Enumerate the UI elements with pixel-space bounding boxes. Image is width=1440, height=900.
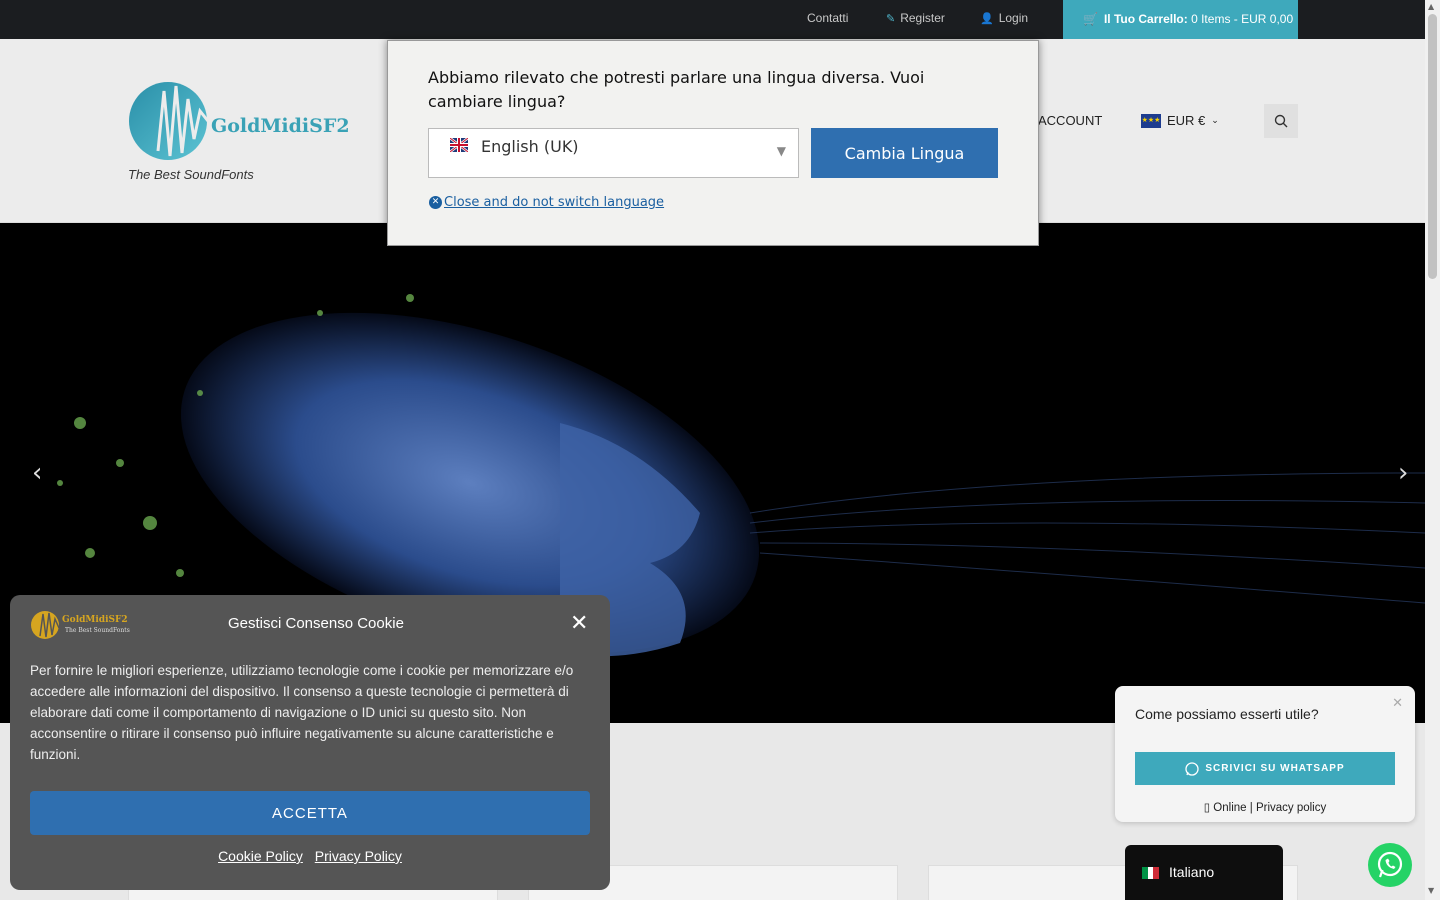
currency-label: EUR € bbox=[1167, 113, 1206, 128]
current-language: Italiano bbox=[1169, 864, 1215, 880]
close-icon[interactable]: ✕ bbox=[570, 611, 588, 636]
selected-language: English (UK) bbox=[481, 137, 579, 156]
whatsapp-button-label: SCRIVICI SU WHATSAPP bbox=[1205, 763, 1345, 774]
close-circle-icon: ✕ bbox=[429, 196, 442, 209]
online-status: Online bbox=[1213, 802, 1247, 814]
cookie-consent-banner: GoldMidiSF2 The Best SoundFonts Gestisci… bbox=[10, 595, 610, 890]
cart-button[interactable]: 🛒 Il Tuo Carrello: 0 Items - EUR 0,00 bbox=[1063, 0, 1298, 39]
uk-flag-icon bbox=[450, 138, 468, 152]
close-icon[interactable]: ✕ bbox=[1392, 696, 1403, 711]
close-link-label: Close and do not switch language bbox=[444, 195, 665, 210]
dropdown-caret-icon: ▼ bbox=[776, 144, 786, 158]
whatsapp-status: ▯ Online | Privacy policy bbox=[1203, 802, 1327, 814]
language-switcher[interactable]: Italiano bbox=[1125, 845, 1283, 900]
italy-flag-icon bbox=[1142, 867, 1160, 879]
whatsapp-icon bbox=[1185, 761, 1200, 776]
cart-icon: 🛒 bbox=[1083, 12, 1098, 26]
cart-summary: 0 Items - EUR 0,00 bbox=[1191, 12, 1294, 26]
site-logo[interactable]: GoldMidiSF2 The Best SoundFonts bbox=[128, 81, 350, 182]
cookie-logo-tagline: The Best SoundFonts bbox=[65, 627, 130, 634]
login-label: Login bbox=[998, 11, 1029, 25]
cookie-policy-link[interactable]: Cookie Policy bbox=[218, 848, 303, 864]
scrollbar-thumb[interactable] bbox=[1428, 14, 1437, 279]
language-question: Abbiamo rilevato che potresti parlare un… bbox=[428, 68, 925, 111]
cookie-title: Gestisci Consenso Cookie bbox=[228, 615, 404, 632]
cookie-logo: GoldMidiSF2 The Best SoundFonts bbox=[30, 610, 130, 640]
chevron-down-icon: ⌄ bbox=[1211, 115, 1219, 125]
top-bar: Contatti ✎ Register 👤 Login 🛒 Il Tuo Carrel… bbox=[0, 0, 1425, 39]
search-icon bbox=[1274, 114, 1288, 128]
cookie-logo-text: GoldMidiSF2 bbox=[62, 615, 128, 625]
whatsapp-popup: Come possiamo esserti utile? ✕ SCRIVICI … bbox=[1115, 686, 1415, 822]
register-label: Register bbox=[900, 11, 945, 25]
contact-link[interactable]: Contatti bbox=[807, 11, 848, 25]
close-language-modal-link[interactable]: ✕ Close and do not switch language bbox=[429, 195, 664, 210]
whatsapp-chat-button[interactable]: SCRIVICI SU WHATSAPP bbox=[1135, 752, 1395, 785]
language-select[interactable]: English (UK) ▼ bbox=[428, 128, 799, 178]
search-button[interactable] bbox=[1264, 104, 1298, 138]
slider-prev-arrow-icon[interactable]: ‹ bbox=[32, 458, 42, 488]
whatsapp-floating-button[interactable] bbox=[1368, 843, 1412, 887]
privacy-policy-link[interactable]: Privacy Policy bbox=[315, 848, 402, 864]
cart-label: Il Tuo Carrello: bbox=[1103, 12, 1188, 26]
logo-text: GoldMidiSF2 bbox=[211, 115, 350, 137]
logo-tagline: The Best SoundFonts bbox=[128, 167, 254, 182]
online-icon: ▯ bbox=[1203, 802, 1211, 814]
scroll-down-arrow-icon[interactable]: ▼ bbox=[1428, 886, 1434, 895]
accept-cookies-button[interactable]: ACCETTA bbox=[30, 791, 590, 835]
slider-next-arrow-icon[interactable]: › bbox=[1398, 458, 1408, 488]
currency-selector[interactable]: ★★★ EUR € ⌄ bbox=[1141, 113, 1219, 128]
whatsapp-question: Come possiamo esserti utile? bbox=[1135, 706, 1319, 722]
language-modal: Abbiamo rilevato che potresti parlare un… bbox=[387, 40, 1039, 246]
whatsapp-privacy-link[interactable]: Privacy policy bbox=[1256, 802, 1326, 814]
login-link[interactable]: 👤 Login bbox=[980, 11, 1028, 25]
eu-flag-icon: ★★★ bbox=[1141, 113, 1161, 128]
register-link[interactable]: ✎ Register bbox=[886, 11, 945, 25]
scroll-up-arrow-icon[interactable]: ▲ bbox=[1428, 2, 1434, 11]
whatsapp-icon bbox=[1377, 851, 1403, 878]
nav-account[interactable]: ACCOUNT bbox=[1038, 113, 1102, 128]
cookie-description: Per fornire le migliori esperienze, util… bbox=[30, 663, 574, 762]
page-scrollbar[interactable]: ▲ ▼ bbox=[1425, 0, 1440, 900]
pencil-icon: ✎ bbox=[886, 13, 896, 25]
cookie-links: Cookie Policy Privacy Policy bbox=[10, 848, 610, 864]
waveform-logo-icon bbox=[129, 82, 217, 160]
user-icon: 👤 bbox=[980, 13, 994, 25]
gold-waveform-logo-icon bbox=[31, 611, 60, 639]
switch-language-button[interactable]: Cambia Lingua bbox=[811, 128, 998, 178]
